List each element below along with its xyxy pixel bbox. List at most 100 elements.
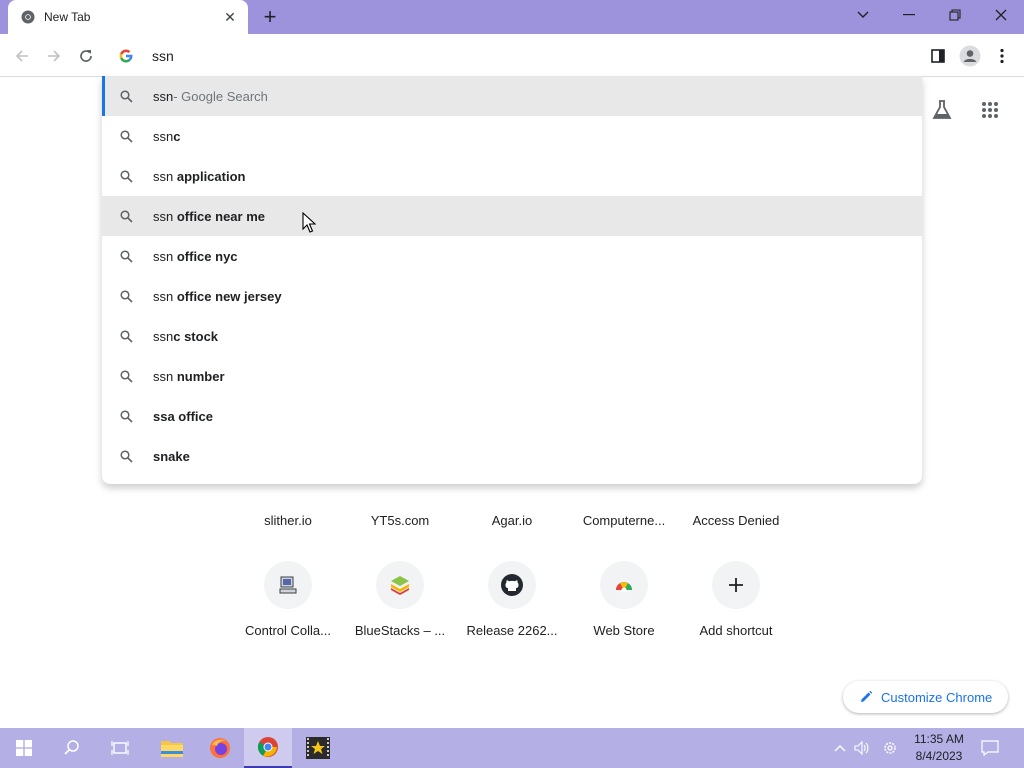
suggestion-text: ssn xyxy=(153,368,177,384)
search-icon xyxy=(118,208,134,224)
chrome-icon xyxy=(20,9,36,25)
minimize-button[interactable] xyxy=(886,0,932,30)
plus-icon xyxy=(712,561,760,609)
search-icon xyxy=(118,288,134,304)
shortcut-label: Agar.io xyxy=(491,513,533,528)
web-store-icon xyxy=(600,561,648,609)
suggestion-completion: c xyxy=(173,128,181,144)
side-panel-icon[interactable] xyxy=(924,42,952,70)
suggestion-completion: ssa office xyxy=(153,408,213,424)
google-apps-grid-icon[interactable] xyxy=(976,96,1004,124)
customize-chrome-button[interactable]: Customize Chrome xyxy=(843,681,1008,713)
shortcut-label: Control Colla... xyxy=(245,623,331,638)
labs-flask-icon[interactable] xyxy=(928,96,956,124)
reload-button[interactable] xyxy=(72,42,100,70)
profile-avatar-icon[interactable] xyxy=(956,42,984,70)
search-icon xyxy=(118,248,134,264)
suggestion-item[interactable]: ssn application xyxy=(102,156,922,196)
search-icon xyxy=(118,88,134,104)
windows-start-icon[interactable] xyxy=(0,728,48,768)
suggestion-item[interactable]: ssn number xyxy=(102,356,922,396)
suggestion-completion: c stock xyxy=(173,328,219,344)
search-icon xyxy=(118,368,134,384)
suggestion-completion: application xyxy=(176,168,246,184)
omnibox[interactable]: ssn xyxy=(102,36,922,76)
suggestion-completion: office nyc xyxy=(176,248,238,264)
suggestion-completion: snake xyxy=(153,448,190,464)
suggestion-text: ssn xyxy=(153,88,174,104)
suggestion-text: ssn xyxy=(153,168,177,184)
suggestion-completion: office new jersey xyxy=(176,288,282,304)
bluestacks-icon xyxy=(376,561,424,609)
clock-date: 8/4/2023 xyxy=(915,749,963,763)
computer-icon xyxy=(264,561,312,609)
volume-icon[interactable] xyxy=(852,738,872,758)
suggestion-text: ssn xyxy=(153,288,177,304)
pencil-icon xyxy=(861,690,873,702)
task-view-icon[interactable] xyxy=(96,728,144,768)
shortcut-tile[interactable]: Agar.io xyxy=(456,513,568,528)
shortcut-label: Computerne... xyxy=(582,513,666,528)
shortcut-tile[interactable]: Access Denied xyxy=(680,513,792,528)
google-g-icon xyxy=(118,48,134,64)
suggestion-item[interactable]: ssn office nyc xyxy=(102,236,922,276)
close-window-button[interactable] xyxy=(978,0,1024,30)
suggestion-text: ssn xyxy=(153,128,174,144)
search-icon xyxy=(118,408,134,424)
suggestion-item[interactable]: ssn - Google Search xyxy=(102,76,922,116)
tab-title: New Tab xyxy=(44,10,91,24)
title-bar: New Tab ✕ + xyxy=(0,0,1024,34)
suggestion-item[interactable]: snake xyxy=(102,436,922,476)
tab-search-chevron-icon[interactable] xyxy=(840,0,886,30)
suggestion-text: ssn xyxy=(153,208,177,224)
suggestion-item[interactable]: ssn c stock xyxy=(102,316,922,356)
settings-gear-icon[interactable] xyxy=(880,738,900,758)
search-icon xyxy=(118,328,134,344)
show-hidden-icons-chevron-icon[interactable] xyxy=(830,738,850,758)
shortcut-tile[interactable]: Web Store xyxy=(568,561,680,638)
taskbar-search-icon[interactable] xyxy=(48,728,96,768)
shortcut-label: BlueStacks – ... xyxy=(354,623,446,638)
add-shortcut-tile[interactable]: Add shortcut xyxy=(680,561,792,638)
taskbar: 11:35 AM 8/4/2023 xyxy=(0,728,1024,768)
shortcut-tile[interactable]: Control Colla... xyxy=(232,561,344,638)
suggestion-text: ssn xyxy=(153,248,177,264)
omnibox-query: ssn xyxy=(152,48,174,64)
search-icon xyxy=(118,128,134,144)
customize-label: Customize Chrome xyxy=(881,689,993,705)
shortcut-tile[interactable]: slither.io xyxy=(232,513,344,528)
kebab-menu-icon[interactable] xyxy=(988,42,1016,70)
shortcut-label: Add shortcut xyxy=(699,623,773,638)
shortcut-tile[interactable]: YT5s.com xyxy=(344,513,456,528)
suggestion-completion: number xyxy=(176,368,225,384)
shortcut-tile[interactable]: Computerne... xyxy=(568,513,680,528)
system-clock[interactable]: 11:35 AM 8/4/2023 xyxy=(906,731,972,765)
github-icon xyxy=(488,561,536,609)
tab-new-tab[interactable]: New Tab ✕ xyxy=(8,0,248,34)
shortcut-label: slither.io xyxy=(264,513,312,528)
back-button[interactable] xyxy=(8,42,36,70)
shortcut-label: Web Store xyxy=(593,623,655,638)
forward-button[interactable] xyxy=(40,42,68,70)
restore-button[interactable] xyxy=(932,0,978,30)
suggestion-completion: office near me xyxy=(176,208,265,224)
suggestion-item[interactable]: ssn office new jersey xyxy=(102,276,922,316)
notifications-icon[interactable] xyxy=(980,738,1000,758)
shortcut-label: Access Denied xyxy=(692,513,780,528)
media-app-icon[interactable] xyxy=(294,728,342,768)
suggestion-item[interactable]: ssn c xyxy=(102,116,922,156)
omnibox-suggestions-dropdown: ssn - Google Search ssn c ssn application… xyxy=(102,76,922,484)
new-tab-button[interactable]: + xyxy=(258,5,282,29)
shortcut-label: YT5s.com xyxy=(370,513,430,528)
suggestion-item[interactable]: ssa office xyxy=(102,396,922,436)
suggestion-item[interactable]: ssn office near me xyxy=(102,196,922,236)
file-explorer-icon[interactable] xyxy=(148,728,196,768)
search-icon xyxy=(118,448,134,464)
shortcut-tile[interactable]: BlueStacks – ... xyxy=(344,561,456,638)
firefox-icon[interactable] xyxy=(196,728,244,768)
chrome-taskbar-icon[interactable] xyxy=(244,728,292,768)
close-tab-icon[interactable]: ✕ xyxy=(222,9,238,25)
suggestion-text: ssn xyxy=(153,328,174,344)
shortcut-label: Release 2262... xyxy=(466,623,558,638)
shortcut-tile[interactable]: Release 2262... xyxy=(456,561,568,638)
